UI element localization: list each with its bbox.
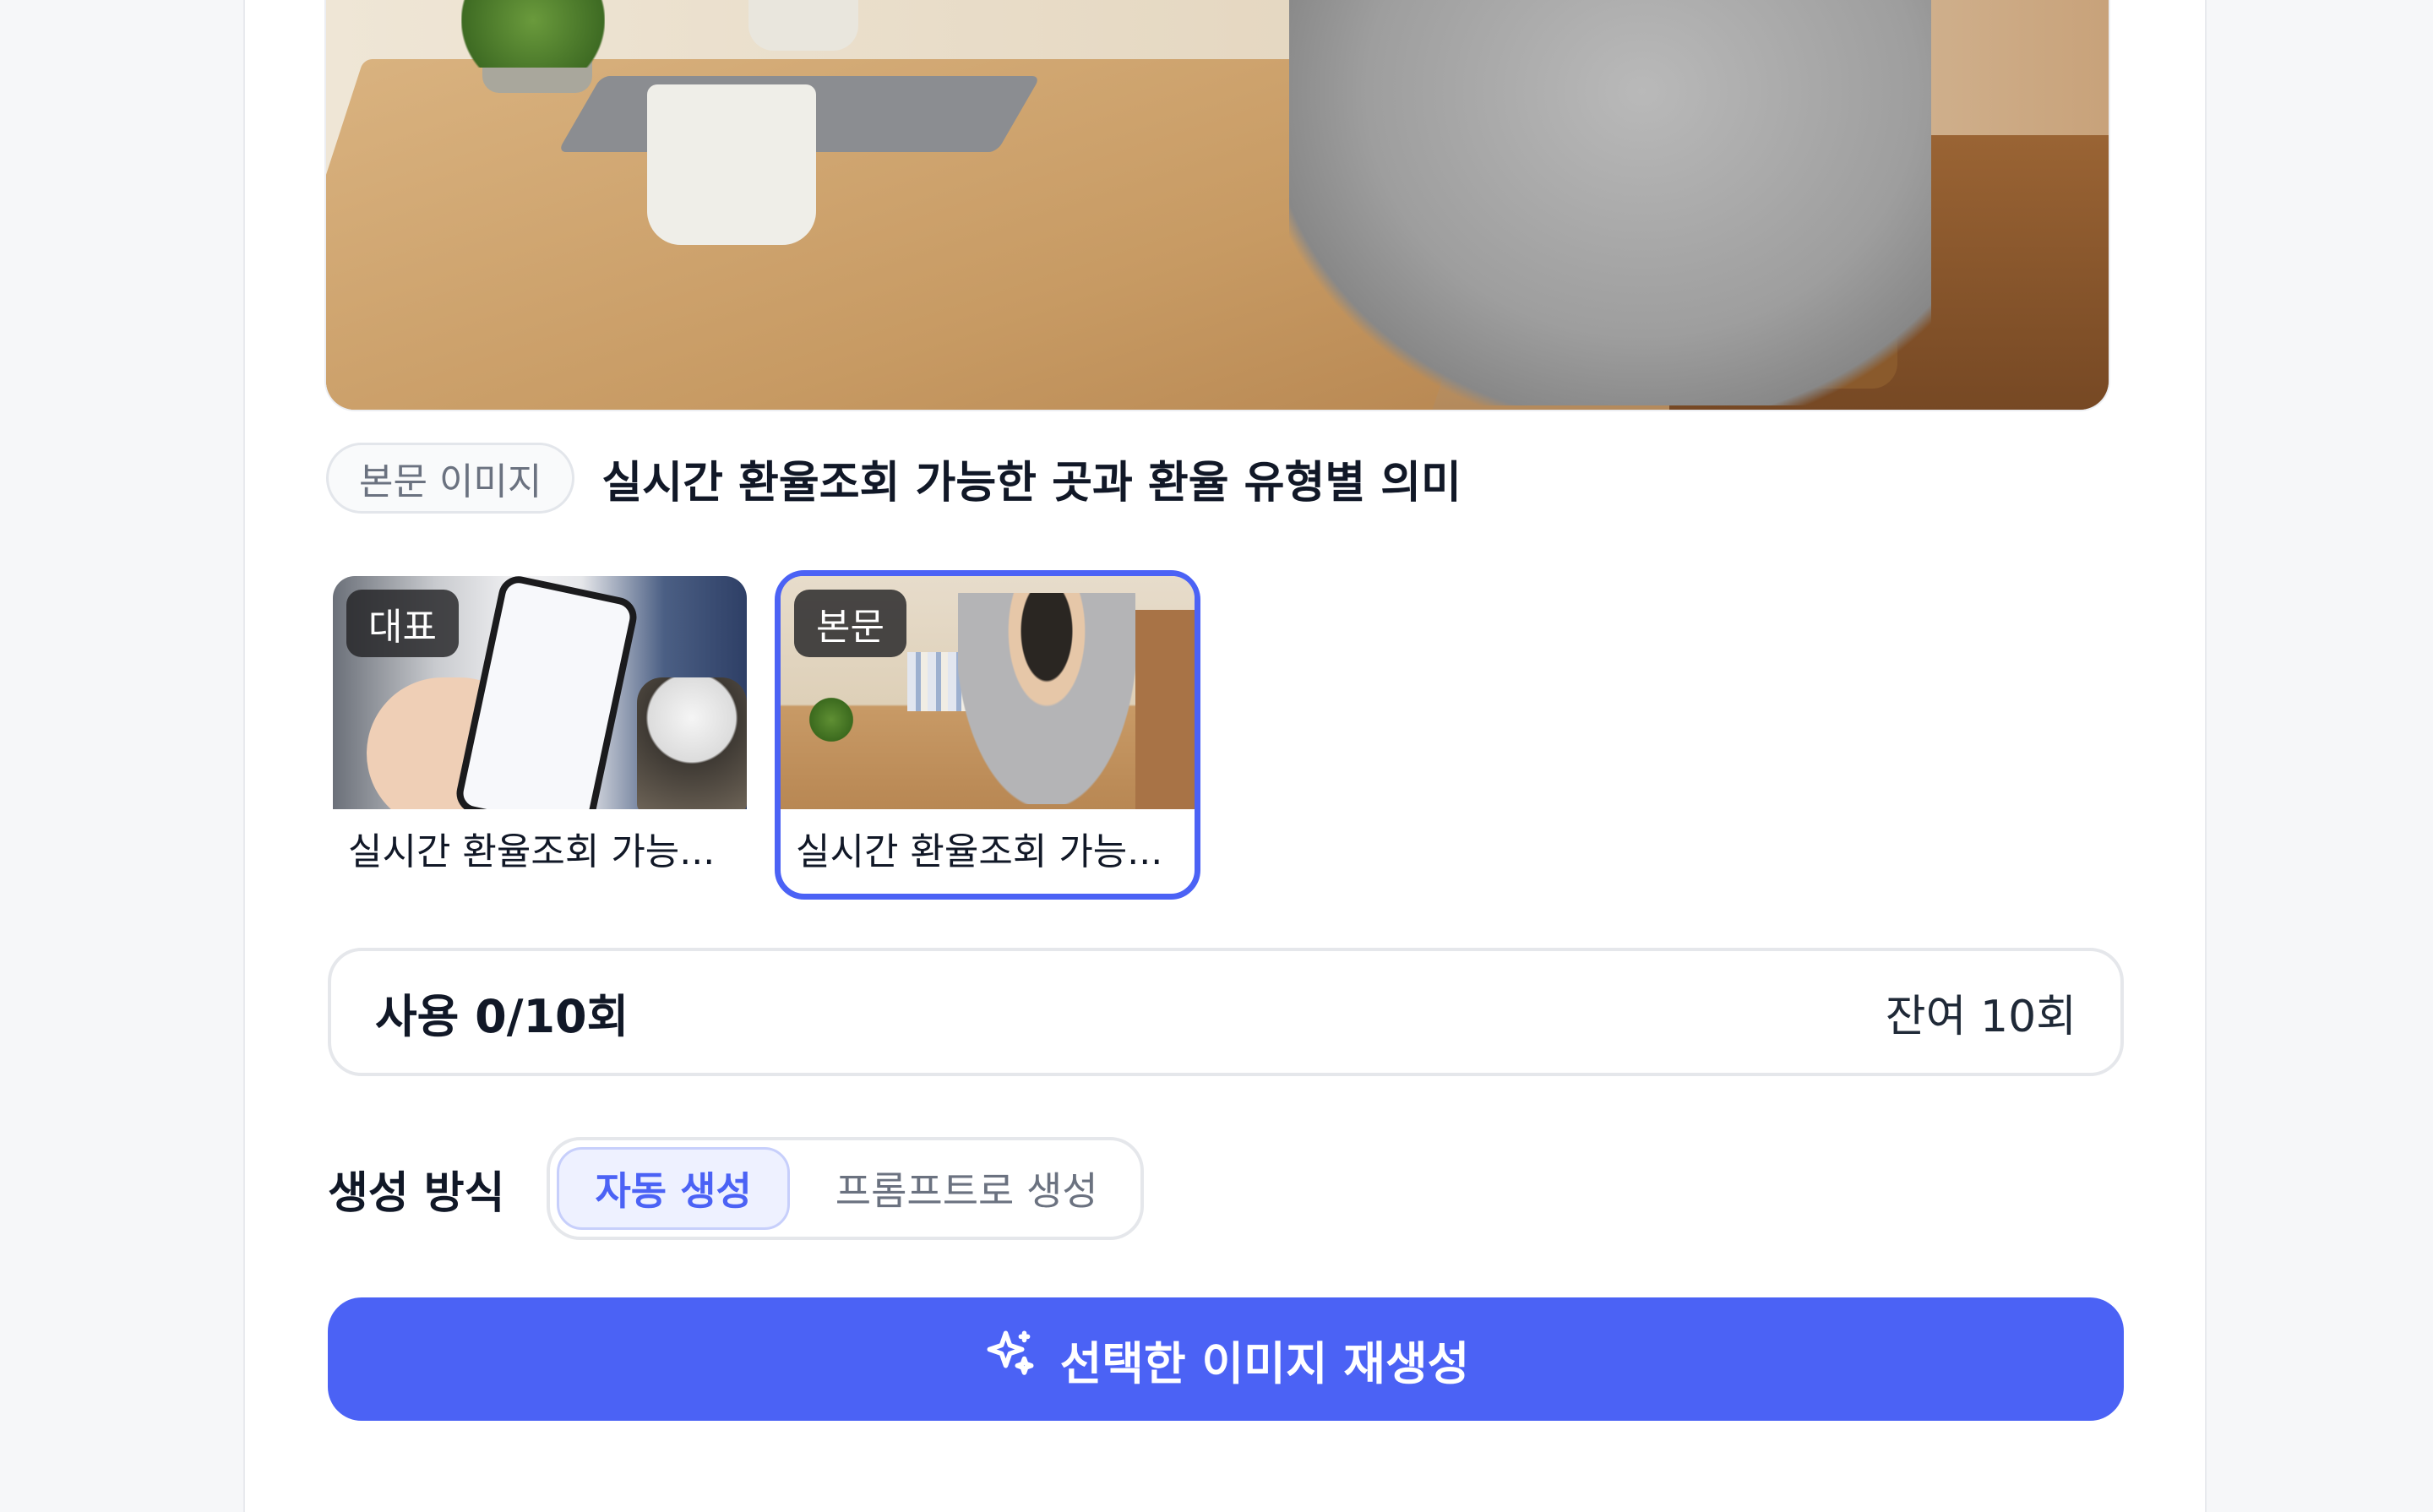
thumbnail-card-main[interactable]: 대표 실시간 환율조회 가능... bbox=[333, 576, 747, 894]
generation-mode-toggle: 자동 생성 프롬프트로 생성 bbox=[547, 1137, 1144, 1240]
thumbnail-list: 대표 실시간 환율조회 가능... 본문 실시간 환율조회 가능... bbox=[333, 570, 1200, 900]
preview-mug-back bbox=[748, 0, 858, 51]
usage-remaining: 잔여 10회 bbox=[1885, 991, 2076, 1042]
thumbnail-phone bbox=[453, 576, 640, 809]
preview-plant bbox=[461, 0, 605, 68]
thumbnail-card-body[interactable]: 본문 실시간 환율조회 가능... bbox=[775, 570, 1200, 900]
preview-image bbox=[326, 0, 2109, 410]
thumbnail-plant bbox=[806, 694, 857, 745]
sparkle-icon bbox=[982, 1326, 1038, 1393]
usage-panel: 사용 0/10회 잔여 10회 bbox=[328, 948, 2124, 1076]
generation-mode-row: 생성 방식 자동 생성 프롬프트로 생성 bbox=[328, 1137, 1144, 1240]
section-pill: 본문 이미지 bbox=[326, 443, 575, 514]
regenerate-button[interactable]: 선택한 이미지 재생성 bbox=[328, 1297, 2124, 1421]
thumbnail-badge: 대표 bbox=[346, 590, 459, 657]
mode-auto-button[interactable]: 자동 생성 bbox=[557, 1147, 790, 1230]
thumbnail-caption: 실시간 환율조회 가능... bbox=[796, 830, 1163, 873]
preview-mug-front bbox=[647, 84, 816, 245]
image-title-row: 본문 이미지 실시간 환율조회 가능한 곳과 환율 유형별 의미 bbox=[326, 441, 1461, 515]
thumbnail-door bbox=[1135, 610, 1195, 809]
generation-mode-label: 생성 방식 bbox=[328, 1167, 505, 1219]
thumbnail-caption: 실시간 환율조회 가능... bbox=[348, 830, 716, 873]
image-title: 실시간 환율조회 가능한 곳과 환율 유형별 의미 bbox=[601, 457, 1461, 509]
preview-person bbox=[1289, 0, 1931, 405]
mode-prompt-button[interactable]: 프롬프트로 생성 bbox=[800, 1147, 1134, 1230]
thumbnail-person bbox=[958, 593, 1135, 804]
regenerate-label: 선택한 이미지 재생성 bbox=[1059, 1336, 1470, 1390]
usage-count: 사용 0/10회 bbox=[375, 989, 629, 1043]
thumbnail-cup bbox=[637, 677, 747, 809]
thumbnail-badge: 본문 bbox=[794, 590, 906, 657]
